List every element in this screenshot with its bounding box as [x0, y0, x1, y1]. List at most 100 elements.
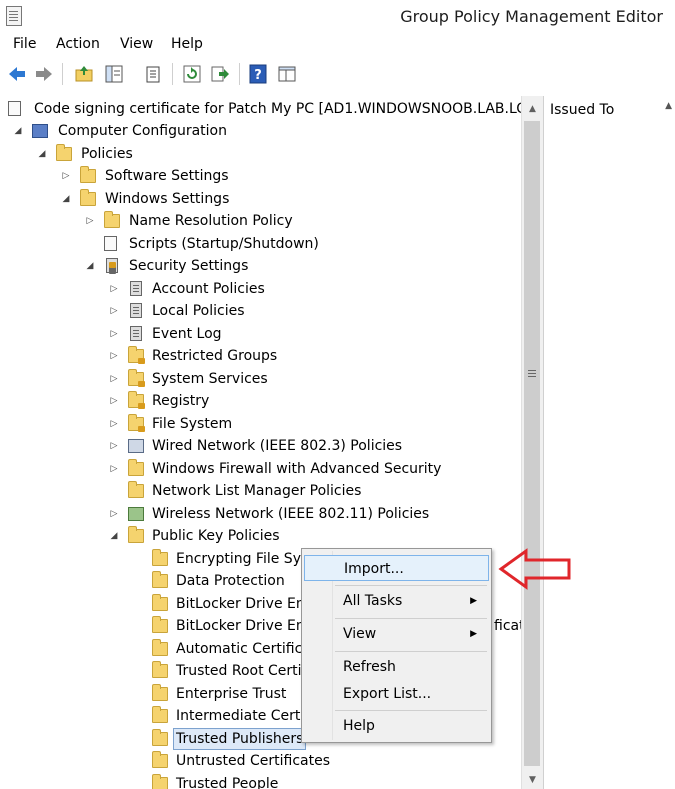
- tree-item-label: Trusted Root Certif: [176, 663, 307, 679]
- folder-icon: [152, 549, 168, 566]
- tree-item-label: Windows Settings: [105, 191, 230, 207]
- expand-arrow-icon[interactable]: ▷: [109, 413, 119, 435]
- menu-file[interactable]: File: [13, 34, 36, 54]
- folder-icon: [152, 729, 168, 746]
- menu-item-label: All Tasks: [343, 593, 403, 609]
- script-icon: [104, 236, 117, 251]
- folder-icon: [152, 594, 168, 611]
- menu-item-label: View: [343, 626, 377, 642]
- menu-item-refresh[interactable]: Refresh: [304, 654, 489, 680]
- back-arrow-icon[interactable]: [7, 64, 27, 84]
- expand-arrow-icon[interactable]: ▷: [109, 458, 119, 480]
- folder-icon: [152, 684, 168, 701]
- show-hide-tree-icon[interactable]: [104, 64, 124, 84]
- folder-icon: [128, 526, 144, 543]
- toolbar-separator: [239, 63, 240, 85]
- menu-item-help[interactable]: Help: [304, 713, 489, 739]
- tree-item-label: Name Resolution Policy: [129, 213, 293, 229]
- expand-arrow-icon[interactable]: ▷: [109, 368, 119, 390]
- tree-scrollbar[interactable]: ▲ ▼: [521, 96, 543, 789]
- folder-icon: [152, 706, 168, 723]
- properties-icon[interactable]: [143, 64, 163, 84]
- tree-item-label: Trusted Publishers: [173, 728, 307, 750]
- collapse-arrow-icon[interactable]: ◢: [85, 255, 95, 277]
- locked-folder-icon: [128, 414, 145, 432]
- expand-arrow-icon[interactable]: ▷: [109, 345, 119, 367]
- expand-arrow-icon[interactable]: ▷: [109, 300, 119, 322]
- help-icon[interactable]: ?: [248, 64, 268, 84]
- sort-arrow-icon: ▲: [665, 101, 672, 111]
- menu-item-all-tasks[interactable]: All Tasks ▶: [304, 588, 489, 614]
- context-menu: Import... All Tasks ▶ View ▶ Refresh Exp…: [301, 548, 492, 743]
- tree-item-label: Computer Configuration: [58, 123, 227, 139]
- tree-item-label: Untrusted Certificates: [176, 753, 330, 769]
- column-header-issued-to[interactable]: Issued To ▲: [550, 99, 675, 121]
- folder-icon: [80, 189, 96, 206]
- annotation-arrow-icon: [498, 548, 571, 590]
- tree-item-label: Scripts (Startup/Shutdown): [129, 236, 319, 252]
- up-folder-icon[interactable]: [74, 64, 94, 84]
- menu-view[interactable]: View: [120, 34, 153, 54]
- tree-item-label: Network List Manager Policies: [152, 483, 362, 499]
- security-settings-icon: [106, 258, 118, 273]
- tree-item-label: Encrypting File Sys: [176, 551, 309, 567]
- tree-item-label: Security Settings: [129, 258, 249, 274]
- menu-item-label: Help: [343, 718, 375, 734]
- folder-icon: [80, 166, 96, 183]
- wired-network-icon: [128, 439, 144, 453]
- tree-item-label: System Services: [152, 371, 268, 387]
- collapse-arrow-icon[interactable]: ◢: [109, 525, 119, 547]
- menu-action[interactable]: Action: [56, 34, 100, 54]
- policy-cabinet-icon: [130, 281, 142, 296]
- tree-item-label: Software Settings: [105, 168, 229, 184]
- scroll-down-arrow-icon[interactable]: ▼: [522, 771, 543, 789]
- menu-item-view[interactable]: View ▶: [304, 621, 489, 647]
- expand-arrow-icon[interactable]: ▷: [61, 165, 71, 187]
- locked-folder-icon: [128, 369, 145, 387]
- show-pane-icon[interactable]: [277, 64, 297, 84]
- menu-item-export-list[interactable]: Export List...: [304, 681, 489, 707]
- folder-icon: [152, 751, 168, 768]
- scroll-up-arrow-icon[interactable]: ▲: [522, 100, 543, 118]
- expand-arrow-icon[interactable]: ▷: [109, 278, 119, 300]
- tree-item-label: File System: [152, 416, 233, 432]
- tree-item-label: Restricted Groups: [152, 348, 278, 364]
- gpo-document-icon: [8, 101, 21, 116]
- expand-arrow-icon[interactable]: ▷: [85, 210, 95, 232]
- menu-item-label: Import...: [344, 561, 404, 577]
- folder-icon: [152, 616, 168, 633]
- wireless-network-icon: [128, 507, 144, 521]
- collapse-arrow-icon[interactable]: ◢: [37, 143, 47, 165]
- menu-separator: [335, 585, 487, 586]
- menu-item-import[interactable]: Import...: [304, 555, 489, 581]
- collapse-arrow-icon[interactable]: ◢: [61, 188, 71, 210]
- menu-help[interactable]: Help: [171, 34, 203, 54]
- tree-item-label: Public Key Policies: [152, 528, 280, 544]
- export-icon[interactable]: [210, 64, 230, 84]
- locked-folder-icon: [128, 346, 145, 364]
- forward-arrow-icon[interactable]: [34, 64, 54, 84]
- expand-arrow-icon[interactable]: ▷: [109, 503, 119, 525]
- tree-item-label: BitLocker Drive Enc: [176, 596, 313, 612]
- folder-icon: [152, 661, 168, 678]
- tree-item-label: Policies: [81, 146, 133, 162]
- menu-item-label: Export List...: [343, 686, 432, 702]
- column-header-label: Issued To: [550, 102, 615, 118]
- refresh-icon[interactable]: [182, 64, 202, 84]
- tree-item-label: Local Policies: [152, 303, 245, 319]
- folder-icon: [128, 459, 144, 476]
- results-pane: Issued To ▲: [543, 96, 675, 789]
- tree-item-label-overflow: ficat: [494, 618, 521, 634]
- submenu-arrow-icon: ▶: [470, 596, 477, 606]
- folder-icon: [56, 144, 72, 161]
- menu-bar: File Action View Help: [0, 34, 675, 56]
- expand-arrow-icon[interactable]: ▷: [109, 435, 119, 457]
- tree-item-label: Account Policies: [152, 281, 265, 297]
- expand-arrow-icon[interactable]: ▷: [109, 323, 119, 345]
- tree-item-label: Wireless Network (IEEE 802.11) Policies: [152, 506, 430, 522]
- scroll-thumb[interactable]: [524, 121, 540, 766]
- tree-item-label: Registry: [152, 393, 210, 409]
- expand-arrow-icon[interactable]: ▷: [109, 390, 119, 412]
- folder-icon: [128, 481, 144, 498]
- collapse-arrow-icon[interactable]: ◢: [13, 120, 23, 142]
